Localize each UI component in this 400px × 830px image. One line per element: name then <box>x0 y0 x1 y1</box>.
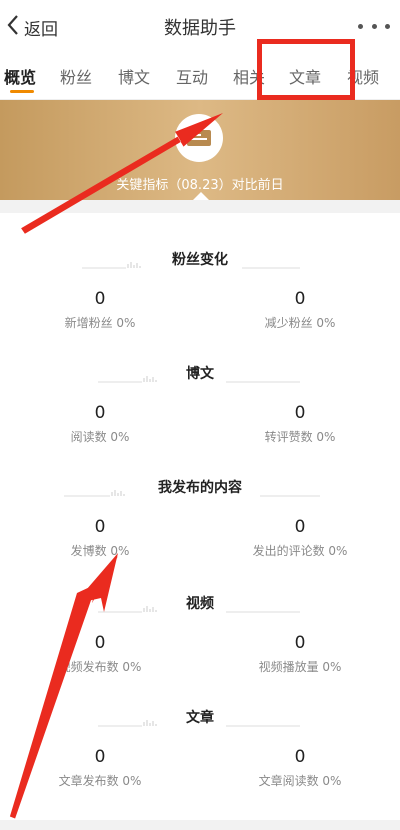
metric-label: 阅读数 0% <box>70 430 130 444</box>
metric-value: 0 <box>294 633 306 653</box>
metric-comments-sent: 0 发出的评论数 0% <box>200 517 400 559</box>
metric-label: 文章发布数 0% <box>58 774 142 788</box>
metric-new-fans: 0 新增粉丝 0% <box>0 289 200 331</box>
metric-value: 0 <box>94 517 106 537</box>
metric-label: 视频播放量 0% <box>258 660 342 674</box>
metric-value: 0 <box>294 289 306 309</box>
divider-right <box>226 599 300 613</box>
section-title: 博文 <box>186 366 214 382</box>
metric-label: 减少粉丝 0% <box>264 316 336 330</box>
metric-label: 视频发布数 0% <box>58 660 142 674</box>
section-title: 粉丝变化 <box>172 252 228 268</box>
tab-interaction[interactable]: 互动 <box>176 64 208 88</box>
metric-value: 0 <box>294 747 306 767</box>
key-metrics-banner: 关键指标（08.23）对比前日 <box>0 100 400 200</box>
metric-video-plays: 0 视频播放量 0% <box>200 633 400 675</box>
active-tab-indicator <box>10 90 34 93</box>
section-title: 视频 <box>186 596 214 612</box>
tab-overview[interactable]: 概览 <box>4 64 36 88</box>
metric-articles-published: 0 文章发布数 0% <box>0 747 200 789</box>
ellipsis-icon <box>358 23 363 29</box>
metric-label: 转评赞数 0% <box>264 430 336 444</box>
metric-value: 0 <box>94 289 106 309</box>
data-card-icon <box>175 114 223 162</box>
more-button[interactable] <box>358 18 390 34</box>
metric-value: 0 <box>294 517 306 537</box>
divider-right <box>226 369 300 383</box>
metric-posts-published: 0 发博数 0% <box>0 517 200 559</box>
banner-caption: 关键指标（08.23）对比前日 <box>116 178 284 193</box>
tab-fans[interactable]: 粉丝 <box>60 64 92 88</box>
metric-article-reads: 0 文章阅读数 0% <box>200 747 400 789</box>
metrics-panel: 粉丝变化 0 新增粉丝 0% 0 减少粉丝 0% 博文 0 阅读数 0% 0 转… <box>0 213 400 820</box>
metric-label: 新增粉丝 0% <box>64 316 136 330</box>
metric-value: 0 <box>94 747 106 767</box>
metric-reads: 0 阅读数 0% <box>0 403 200 445</box>
metric-lost-fans: 0 减少粉丝 0% <box>200 289 400 331</box>
banner-pointer <box>193 192 209 200</box>
divider-right <box>242 255 300 269</box>
divider-right <box>260 483 320 497</box>
metric-value: 0 <box>94 403 106 423</box>
metric-label: 发出的评论数 0% <box>252 544 348 558</box>
section-title: 我发布的内容 <box>158 480 242 496</box>
metric-videos-published: 0 视频发布数 0% <box>0 633 200 675</box>
divider-right <box>226 713 300 727</box>
metric-value: 0 <box>94 633 106 653</box>
metric-label: 文章阅读数 0% <box>258 774 342 788</box>
metric-value: 0 <box>294 403 306 423</box>
metric-engagements: 0 转评赞数 0% <box>200 403 400 445</box>
page-title: 数据助手 <box>164 18 236 39</box>
metric-label: 发博数 0% <box>70 544 130 558</box>
highlight-box <box>257 39 355 100</box>
section-title: 文章 <box>186 710 214 726</box>
tab-posts[interactable]: 博文 <box>118 64 150 88</box>
